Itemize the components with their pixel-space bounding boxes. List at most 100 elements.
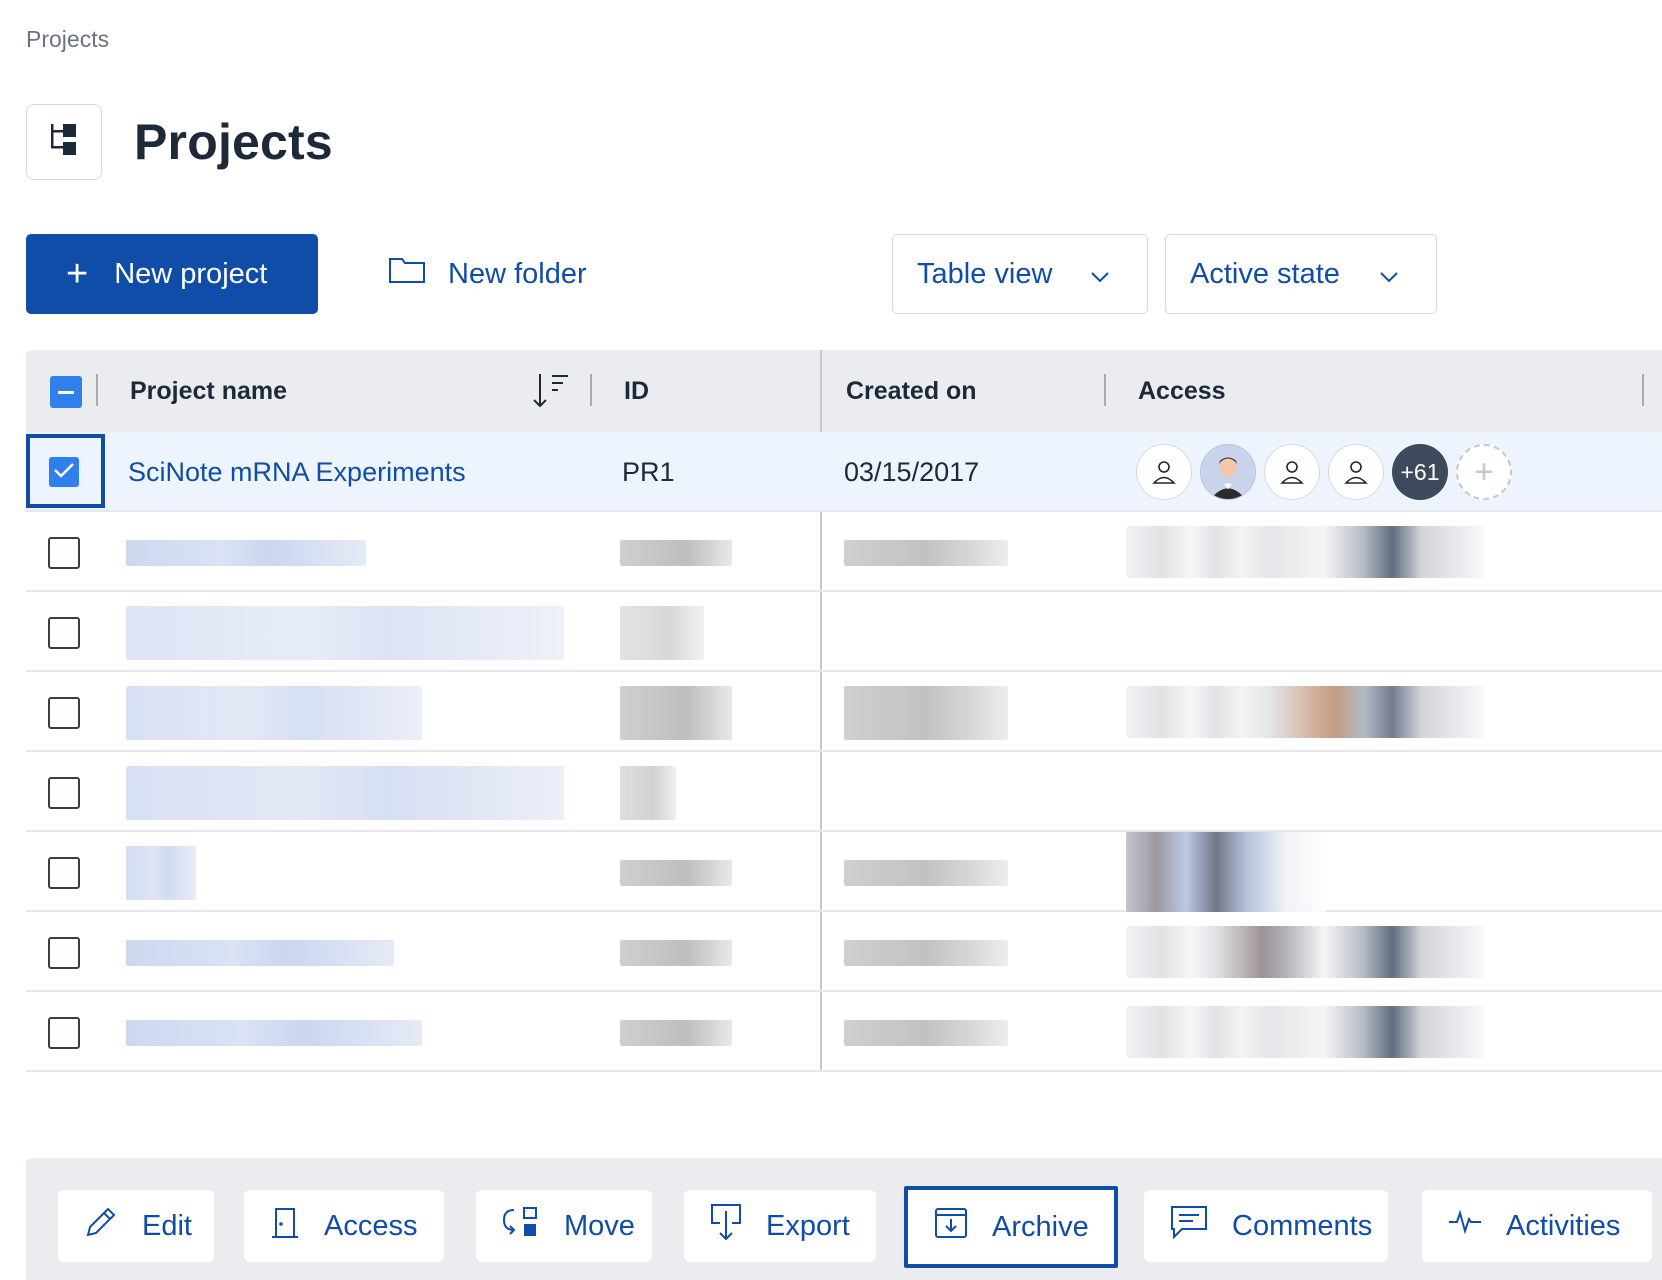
project-name-link[interactable]: SciNote mRNA Experiments — [128, 432, 466, 512]
edit-button[interactable]: Edit — [58, 1190, 214, 1262]
row-checkbox[interactable] — [48, 537, 80, 569]
pencil-icon — [84, 1205, 142, 1247]
redacted-text — [620, 940, 732, 966]
folder-icon — [388, 256, 448, 292]
table-row[interactable] — [26, 672, 1662, 752]
state-filter-value: Active state — [1190, 257, 1340, 290]
comments-button[interactable]: Comments — [1144, 1190, 1388, 1262]
row-checkbox[interactable] — [48, 617, 80, 649]
sort-descending-icon[interactable] — [532, 372, 572, 415]
archive-icon — [934, 1207, 992, 1247]
access-button[interactable]: Access — [244, 1190, 444, 1262]
redacted-text — [620, 1020, 732, 1046]
new-project-button[interactable]: + New project — [26, 234, 318, 314]
row-checkbox[interactable] — [49, 457, 79, 487]
new-folder-label: New folder — [448, 257, 587, 290]
redacted-avatars — [1126, 1006, 1486, 1058]
tree-structure-icon — [49, 122, 79, 163]
chevron-down-icon — [1089, 263, 1111, 296]
redacted-text — [620, 686, 732, 740]
table-header: Project name ID Created on Access — [26, 350, 1662, 432]
table-row[interactable] — [26, 592, 1662, 672]
user-avatar-icon[interactable] — [1136, 444, 1192, 500]
comment-icon — [1170, 1205, 1232, 1247]
redacted-text — [620, 606, 704, 660]
door-icon — [270, 1205, 324, 1247]
row-checkbox[interactable] — [48, 937, 80, 969]
redacted-text — [844, 540, 1008, 566]
move-label: Move — [564, 1209, 635, 1242]
table-row[interactable] — [26, 512, 1662, 592]
more-users-badge[interactable]: +61 — [1392, 444, 1448, 500]
view-mode-dropdown[interactable]: Table view — [892, 234, 1148, 314]
redacted-text — [126, 766, 564, 820]
move-button[interactable]: Move — [476, 1190, 652, 1262]
column-separator — [96, 374, 98, 406]
project-id: PR1 — [622, 456, 675, 487]
redacted-avatars — [1126, 526, 1486, 578]
export-button[interactable]: Export — [684, 1190, 876, 1262]
state-filter-dropdown[interactable]: Active state — [1165, 234, 1437, 314]
activity-pulse-icon — [1448, 1209, 1506, 1243]
redacted-text — [126, 846, 196, 900]
column-header-name[interactable]: Project name — [130, 350, 287, 432]
breadcrumb[interactable]: Projects — [26, 26, 109, 53]
export-icon — [710, 1203, 766, 1249]
page-title: Projects — [134, 114, 333, 170]
comments-label: Comments — [1232, 1209, 1373, 1242]
view-mode-value: Table view — [917, 257, 1053, 290]
row-checkbox[interactable] — [48, 857, 80, 889]
redacted-text — [844, 686, 1008, 740]
activities-label: Activities — [1506, 1209, 1621, 1242]
archive-button[interactable]: Archive — [904, 1186, 1118, 1268]
redacted-avatars — [1126, 686, 1486, 738]
redacted-text — [126, 540, 366, 566]
table-row[interactable] — [26, 912, 1662, 992]
plus-icon: + — [66, 253, 89, 295]
row-checkbox[interactable] — [48, 1017, 80, 1049]
export-label: Export — [766, 1209, 850, 1242]
project-created-date: 03/15/2017 — [844, 456, 980, 487]
user-photo-avatar[interactable] — [1200, 444, 1256, 500]
move-icon — [502, 1206, 564, 1246]
archive-label: Archive — [992, 1210, 1089, 1243]
access-avatars[interactable]: +61 + — [1136, 444, 1512, 500]
column-separator — [1104, 374, 1106, 406]
row-checkbox[interactable] — [48, 697, 80, 729]
bulk-action-bar: Edit Access Move Export Archive Comments — [26, 1158, 1662, 1280]
column-separator — [590, 374, 592, 406]
user-avatar-icon[interactable] — [1328, 444, 1384, 500]
redacted-text — [126, 606, 564, 660]
activities-button[interactable]: Activities — [1422, 1190, 1652, 1262]
projects-table: Project name ID Created on Access SciNot… — [26, 350, 1662, 1072]
edit-label: Edit — [142, 1209, 192, 1242]
column-header-access[interactable]: Access — [1138, 350, 1226, 432]
redacted-text — [620, 766, 676, 820]
add-user-icon[interactable]: + — [1456, 444, 1512, 500]
table-row[interactable] — [26, 992, 1662, 1072]
redacted-text — [126, 940, 394, 966]
column-header-id[interactable]: ID — [624, 350, 649, 432]
table-row[interactable] — [26, 832, 1662, 912]
column-header-created[interactable]: Created on — [846, 350, 977, 432]
row-checkbox[interactable] — [48, 777, 80, 809]
redacted-text — [126, 686, 422, 740]
access-label: Access — [324, 1209, 418, 1242]
row-checkbox-focus[interactable] — [26, 434, 105, 508]
redacted-text — [844, 860, 1008, 886]
toolbar: + New project New folder Table view Acti… — [26, 234, 1437, 314]
redacted-text — [844, 1020, 1008, 1046]
user-avatar-icon[interactable] — [1264, 444, 1320, 500]
minus-icon — [58, 390, 74, 394]
redacted-text — [126, 1020, 422, 1046]
select-all-checkbox[interactable] — [50, 376, 82, 408]
column-separator — [1642, 374, 1644, 406]
tree-view-button[interactable] — [26, 104, 102, 180]
new-folder-button[interactable]: New folder — [388, 234, 587, 314]
table-row[interactable] — [26, 752, 1662, 832]
title-row: Projects — [26, 104, 333, 180]
redacted-text — [620, 860, 732, 886]
redacted-text — [620, 540, 732, 566]
table-row[interactable]: SciNote mRNA Experiments PR1 03/15/2017 — [26, 432, 1662, 512]
redacted-avatars — [1126, 832, 1326, 912]
